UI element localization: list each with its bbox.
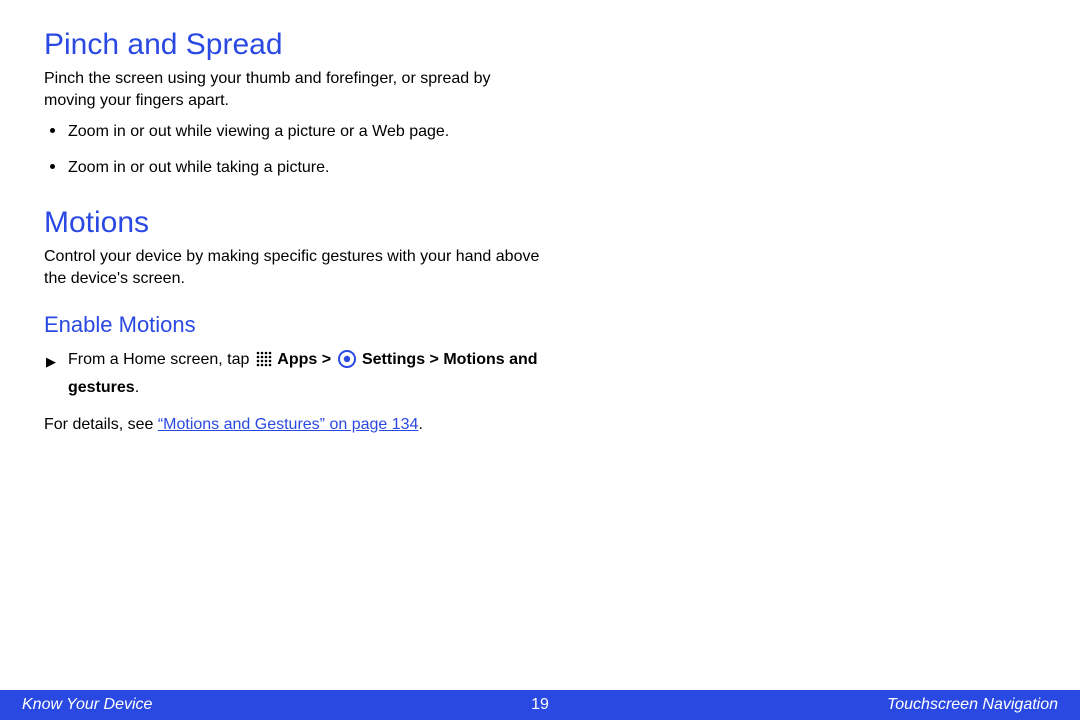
step-text-prefix: From a Home screen, tap — [68, 351, 254, 368]
apps-grid-icon — [256, 351, 272, 375]
motions-gestures-crossref-link[interactable]: “Motions and Gestures” on page 134 — [158, 416, 419, 433]
footer-page-number: 19 — [531, 696, 549, 714]
footer-section-title: Touchscreen Navigation — [549, 696, 1058, 714]
pinch-spread-bullets: Zoom in or out while viewing a picture o… — [44, 121, 544, 178]
ref-suffix: . — [418, 416, 422, 433]
list-item: Zoom in or out while taking a picture. — [44, 157, 544, 179]
step-arrow-icon: ▶ — [46, 352, 56, 372]
step-sep-1: > — [317, 351, 335, 368]
step-suffix: . — [135, 379, 139, 396]
heading-pinch-spread: Pinch and Spread — [44, 28, 1040, 62]
settings-gear-icon — [338, 350, 356, 376]
pinch-spread-intro: Pinch the screen using your thumb and fo… — [44, 68, 544, 111]
heading-motions: Motions — [44, 206, 1040, 240]
manual-page: Pinch and Spread Pinch the screen using … — [0, 0, 1080, 720]
ref-prefix: For details, see — [44, 416, 158, 433]
enable-motions-reference: For details, see “Motions and Gestures” … — [44, 416, 604, 434]
footer-chapter-title: Know Your Device — [22, 696, 531, 714]
motions-intro: Control your device by making specific g… — [44, 246, 544, 289]
step-settings-label: Settings — [362, 351, 425, 368]
page-footer: Know Your Device 19 Touchscreen Navigati… — [0, 690, 1080, 720]
enable-motions-step: ▶ From a Home screen, tap Apps > Setting… — [44, 348, 608, 400]
heading-enable-motions: Enable Motions — [44, 312, 1040, 338]
step-sep-2: > — [425, 351, 443, 368]
step-apps-label: Apps — [277, 351, 317, 368]
list-item: Zoom in or out while viewing a picture o… — [44, 121, 544, 143]
